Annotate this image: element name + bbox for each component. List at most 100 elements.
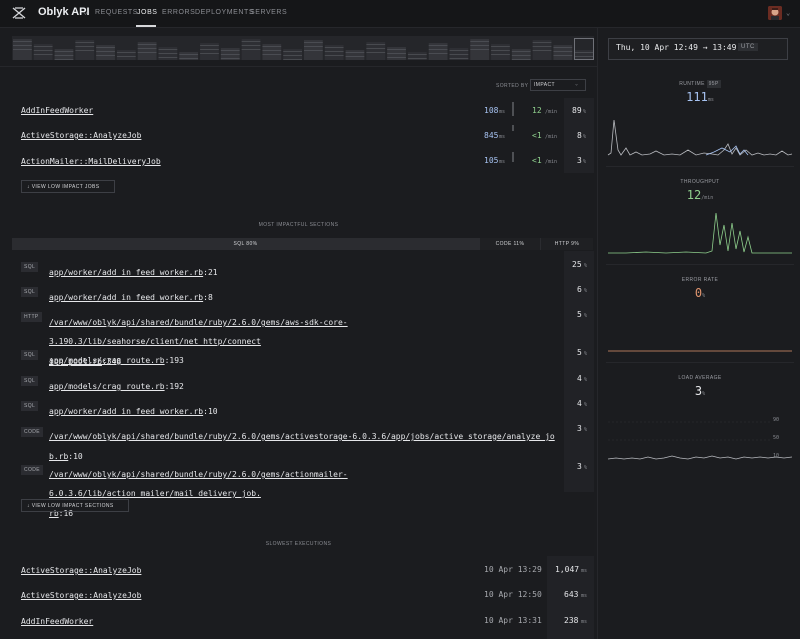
section-row[interactable]: /var/www/oblyk/api/shared/bundle/ruby/2.… — [49, 424, 559, 463]
runtime-chart[interactable] — [606, 108, 794, 160]
section-row[interactable]: app/worker/add_in_feed_worker.rb:10 — [49, 399, 218, 418]
section-path[interactable]: /var/www/oblyk/api/shared/bundle/ruby/2.… — [49, 432, 555, 441]
section-pct-unit: % — [584, 427, 588, 433]
chevron-down-icon[interactable]: ⌄ — [575, 81, 578, 87]
section-pct: 5 — [577, 348, 582, 357]
timeline-tick — [283, 51, 302, 52]
section-pct-unit: % — [584, 465, 588, 471]
section-pct: 5 — [577, 310, 582, 319]
execution-duration: 1,047 — [555, 565, 580, 574]
timeline-tick — [470, 45, 490, 46]
job-link[interactable]: ActiveStorage::AnalyzeJob — [21, 131, 141, 140]
app-name[interactable]: Oblyk API — [38, 6, 90, 18]
timeline-tick — [54, 55, 74, 56]
timeline-bar — [345, 50, 365, 60]
section-path[interactable]: app/worker/add_in_feed_worker.rb — [49, 407, 203, 416]
timeline-tick — [428, 45, 448, 46]
throughput-unit: /min — [701, 195, 714, 201]
section-row[interactable]: app/worker/add_in_feed_worker.rb:21 — [49, 260, 218, 279]
job-link[interactable]: AddInFeedWorker — [21, 106, 93, 115]
split-unit: % — [252, 241, 258, 247]
job-impact: 3 — [577, 156, 582, 165]
section-line: :192 — [164, 382, 184, 391]
section-path[interactable]: app/worker/add_in_feed_worker.rb — [49, 293, 203, 302]
execution-link[interactable]: AddInFeedWorker — [21, 617, 93, 626]
job-impact: 8 — [577, 131, 582, 140]
timeline-tick — [137, 52, 157, 53]
view-low-impact-sections-button[interactable]: ↓ VIEW LOW IMPACT SECTIONS — [21, 499, 129, 512]
split-unit: % — [519, 241, 525, 247]
throughput-chart[interactable] — [606, 205, 794, 257]
timeline-tick — [345, 56, 365, 57]
timeline-tick — [470, 41, 490, 42]
section-pct-unit: % — [584, 263, 588, 269]
sort-select-value[interactable]: IMPACT — [534, 82, 555, 88]
timeline-tick — [491, 46, 510, 47]
timeline-tick — [13, 45, 32, 46]
tab-servers[interactable]: SERVERS — [250, 9, 287, 16]
timeline-tick — [179, 54, 199, 55]
section-pct-unit: % — [584, 402, 588, 408]
timeline-tick — [553, 47, 573, 48]
load-average-chart[interactable] — [606, 412, 794, 464]
timeline-tick — [262, 54, 282, 55]
load-average-unit: % — [702, 391, 706, 397]
execution-link[interactable]: ActiveStorage::AnalyzeJob — [21, 566, 141, 575]
timeline-tick — [428, 53, 448, 54]
view-low-impact-jobs-button[interactable]: ↓ VIEW LOW IMPACT JOBS — [21, 180, 115, 193]
tab-requests[interactable]: REQUESTS — [95, 9, 138, 16]
section-path[interactable]: app/models/crag_route.rb — [49, 356, 165, 365]
timeline-tick — [116, 56, 136, 57]
tab-errors[interactable]: ERRORS — [162, 9, 195, 16]
section-tag: CODE — [21, 427, 44, 437]
section-tag: HTTP — [21, 312, 42, 322]
timeline-tick — [262, 50, 282, 51]
tab-deployments[interactable]: DEPLOYMENTS — [195, 9, 254, 16]
timeline-selection-handle[interactable] — [574, 38, 594, 60]
timeline-tick — [324, 51, 344, 52]
timeline-tick — [13, 49, 32, 50]
section-row[interactable]: app/models/crag_route.rb:192 — [49, 374, 184, 393]
section-pct-unit: % — [584, 313, 588, 319]
error-rate-chart[interactable] — [606, 303, 794, 355]
section-path[interactable]: app/worker/add_in_feed_worker.rb — [49, 268, 203, 277]
timeline-bar — [407, 52, 427, 60]
timeline-strip[interactable] — [12, 36, 594, 60]
section-path[interactable]: /var/www/oblyk/api/shared/bundle/ruby/2.… — [49, 470, 348, 498]
section-row[interactable]: app/worker/add_in_feed_worker.rb:8 — [49, 285, 213, 304]
date-range-text[interactable]: Thu, 10 Apr 12:49 → 13:49 — [616, 43, 736, 52]
runtime-title: RUNTIME 95P — [606, 80, 794, 88]
timeline-tick — [345, 52, 365, 53]
timeline-tick — [532, 42, 552, 43]
section-pct: 4 — [577, 374, 582, 383]
section-path[interactable]: app/models/crag_route.rb — [49, 382, 165, 391]
timeline-tick — [137, 44, 157, 45]
timeline-tick — [262, 46, 282, 47]
split-http: HTTP 9% — [541, 238, 593, 250]
section-pct: 25 — [572, 260, 582, 269]
job-duration-unit: ms — [499, 159, 506, 165]
section-path-cont[interactable]: b.rb — [49, 452, 68, 461]
load-average-title: LOAD AVERAGE — [678, 375, 722, 381]
timeline-tick — [220, 50, 240, 51]
timeline-bar — [54, 49, 74, 60]
job-link[interactable]: ActionMailer::MailDeliveryJob — [21, 157, 161, 166]
section-line: :21 — [203, 268, 218, 277]
runtime-unit: ms — [707, 97, 714, 103]
app-logo-icon[interactable] — [12, 6, 26, 20]
timeline-tick — [532, 46, 552, 47]
timeline-tick — [449, 50, 469, 51]
timeline-tick — [304, 46, 323, 47]
user-menu-chevron-icon[interactable]: ⌄ — [786, 9, 790, 17]
avatar[interactable] — [768, 6, 782, 20]
execution-link[interactable]: ActiveStorage::AnalyzeJob — [21, 591, 141, 600]
section-row[interactable]: app/models/crag_route.rb:193 — [49, 348, 184, 367]
timeline-tick — [407, 58, 427, 59]
timeline-tick — [158, 53, 178, 54]
section-line: :10 — [68, 452, 83, 461]
section-path[interactable]: /var/www/oblyk/api/shared/bundle/ruby/2.… — [49, 318, 348, 346]
app-switcher-chevron-icon[interactable]: ⌄ — [83, 7, 88, 16]
tab-jobs[interactable]: JOBS — [137, 9, 158, 16]
throughput-number: 12 — [686, 188, 702, 202]
job-throughput-unit: /min — [545, 109, 558, 115]
